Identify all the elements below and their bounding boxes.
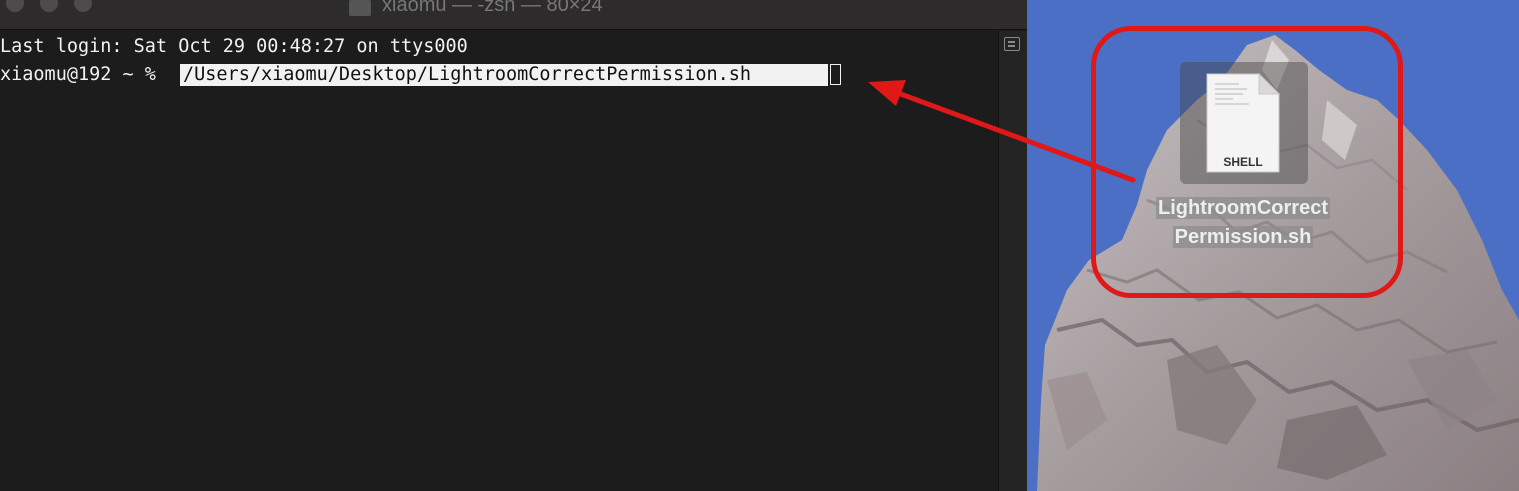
text-cursor — [830, 64, 841, 85]
folder-icon — [349, 0, 371, 16]
last-login-line: Last login: Sat Oct 29 00:48:27 on ttys0… — [0, 33, 998, 61]
terminal-scrollbar[interactable] — [998, 31, 1027, 491]
minimize-window-button[interactable] — [40, 0, 58, 12]
command-line[interactable]: xiaomu@192 ~ % /Users/xiaomu/Desktop/Lig… — [0, 61, 998, 89]
close-window-button[interactable] — [6, 0, 24, 12]
red-highlight-circle — [1091, 26, 1403, 298]
shell-prompt: xiaomu@192 ~ % — [0, 64, 168, 85]
marks-menu-icon[interactable] — [1004, 37, 1020, 51]
terminal-window[interactable]: xiaomu — -zsh — 80×24 Last login: Sat Oc… — [0, 0, 1027, 491]
window-title: xiaomu — -zsh — 80×24 — [382, 0, 603, 16]
desktop-background: SHELL LightroomCorrect Permission.sh — [1027, 0, 1519, 491]
terminal-output[interactable]: Last login: Sat Oct 29 00:48:27 on ttys0… — [0, 31, 998, 491]
last-login-text: Last login: Sat Oct 29 00:48:27 on ttys0… — [0, 36, 468, 57]
pasted-command-selection[interactable]: /Users/xiaomu/Desktop/LightroomCorrectPe… — [180, 64, 828, 86]
terminal-titlebar[interactable]: xiaomu — -zsh — 80×24 — [0, 0, 1027, 30]
zoom-window-button[interactable] — [74, 0, 92, 12]
